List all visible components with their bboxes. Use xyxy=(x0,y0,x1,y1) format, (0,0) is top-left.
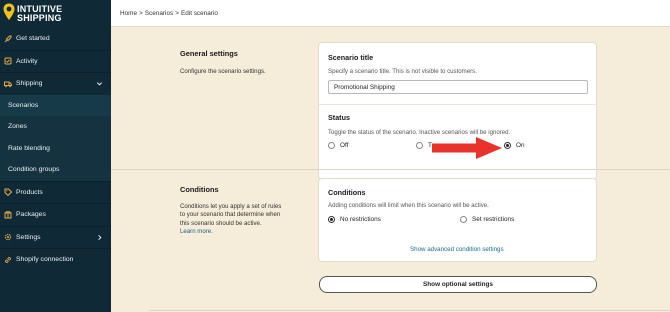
sidebar-item-products[interactable]: Products xyxy=(0,182,111,204)
scenario-title-help: Specify a scenario title. This is not vi… xyxy=(328,68,477,75)
sidebar-item-activity[interactable]: Activity xyxy=(0,51,111,73)
conditions-desc-line: this scenario should be active. xyxy=(180,219,262,227)
status-label: Status xyxy=(328,113,350,122)
learn-more-link[interactable]: Learn more. xyxy=(180,228,213,235)
sidebar-item-shipping[interactable]: Shipping xyxy=(0,73,111,95)
gear-icon xyxy=(4,233,12,241)
sidebar-item-label: Get started xyxy=(16,35,50,43)
set-restrictions-radio[interactable]: Set restrictions xyxy=(460,216,514,223)
tag-icon xyxy=(4,188,12,197)
section-divider xyxy=(111,169,670,170)
section-divider xyxy=(149,310,670,311)
conditions-card-title: Conditions xyxy=(328,188,366,197)
truck-icon xyxy=(4,80,12,88)
conditions-desc-line: to your scenario that determine when xyxy=(180,211,281,219)
sidebar-item-shopify-connection[interactable]: Shopify connection xyxy=(0,249,111,271)
radio-button-selected[interactable] xyxy=(328,216,335,223)
general-settings-description: Configure the scenario settings. xyxy=(180,68,266,75)
brand-line2: SHIPPING xyxy=(17,13,62,23)
sidebar-item-label: Shopify connection xyxy=(16,256,74,264)
conditions-desc-line: Conditions let you apply a set of rules xyxy=(180,203,282,210)
sidebar-item-label: Scenarios xyxy=(8,101,39,109)
main-content: General settings Configure the scenario … xyxy=(111,27,670,312)
sidebar-item-packages[interactable]: Packages xyxy=(0,204,111,226)
scenario-title-label: Scenario title xyxy=(328,53,374,62)
status-help: Toggle the status of the scenario. Inact… xyxy=(328,129,511,136)
link-icon xyxy=(4,256,12,264)
radio-button[interactable] xyxy=(460,216,467,223)
show-optional-settings-button[interactable]: Show optional settings xyxy=(319,276,597,293)
scenario-title-input[interactable]: Promotional Shipping xyxy=(328,80,588,94)
radio-button[interactable] xyxy=(328,142,335,149)
brand-name: INTUITIVE SHIPPING xyxy=(17,5,62,23)
sidebar-item-label: Products xyxy=(16,188,43,196)
activity-icon xyxy=(4,57,12,65)
sidebar-item-label: Settings xyxy=(16,233,41,241)
no-restrictions-radio[interactable]: No restrictions xyxy=(328,216,381,223)
sidebar-item-label: Condition groups xyxy=(8,166,60,174)
package-icon xyxy=(4,211,12,219)
status-on-label: On xyxy=(516,142,525,149)
sidebar-item-label: Rate blending xyxy=(8,144,50,152)
breadcrumb-scenarios[interactable]: Scenarios xyxy=(145,10,173,17)
radio-button-selected[interactable] xyxy=(504,142,511,149)
chevron-right-icon xyxy=(98,234,102,240)
divider xyxy=(319,104,596,105)
set-restrictions-label: Set restrictions xyxy=(472,216,515,223)
general-settings-title: General settings xyxy=(180,49,238,58)
sidebar-item-label: Packages xyxy=(16,211,46,219)
no-restrictions-label: No restrictions xyxy=(340,216,381,223)
breadcrumb-separator: > xyxy=(139,9,143,17)
show-advanced-condition-settings-link[interactable]: Show advanced condition settings xyxy=(410,246,504,253)
shipping-submenu: Scenarios Zones Rate blending Condition … xyxy=(0,94,111,181)
sidebar-item-zones[interactable]: Zones xyxy=(0,116,111,138)
annotation-arrow-icon xyxy=(432,137,502,159)
location-pin-icon xyxy=(3,3,15,20)
sidebar-item-label: Shipping xyxy=(16,80,43,88)
status-on-radio[interactable]: On xyxy=(504,142,525,149)
sidebar-item-scenarios[interactable]: Scenarios xyxy=(0,94,111,116)
sidebar-item-condition-groups[interactable]: Condition groups xyxy=(0,159,111,181)
sidebar: INTUITIVE SHIPPING Get started Activity … xyxy=(0,0,111,312)
radio-button[interactable] xyxy=(416,142,423,149)
brand-logo[interactable]: INTUITIVE SHIPPING xyxy=(0,0,111,28)
sidebar-nav: Get started Activity Shipping Scenarios … xyxy=(0,28,111,271)
conditions-card-help: Adding conditions will limit when this s… xyxy=(328,202,489,209)
status-off-label: Off xyxy=(340,142,349,149)
sidebar-item-get-started[interactable]: Get started xyxy=(0,28,111,50)
status-off-radio[interactable]: Off xyxy=(328,142,348,149)
conditions-description: Conditions let you apply a set of rules … xyxy=(180,203,281,236)
breadcrumb-home[interactable]: Home xyxy=(120,10,137,17)
sidebar-item-label: Activity xyxy=(16,57,38,65)
breadcrumb-current: Edit scenario xyxy=(180,9,218,17)
conditions-title: Conditions xyxy=(180,185,219,194)
sidebar-item-rate-blending[interactable]: Rate blending xyxy=(0,138,111,160)
breadcrumb: Home > Scenarios > Edit scenario xyxy=(111,0,670,27)
sidebar-item-label: Zones xyxy=(8,123,27,131)
sidebar-item-settings[interactable]: Settings xyxy=(0,227,111,249)
conditions-card: Conditions Adding conditions will limit … xyxy=(318,178,597,262)
breadcrumb-separator: > xyxy=(175,9,179,17)
rocket-icon xyxy=(4,35,12,43)
chevron-down-icon xyxy=(96,82,103,86)
